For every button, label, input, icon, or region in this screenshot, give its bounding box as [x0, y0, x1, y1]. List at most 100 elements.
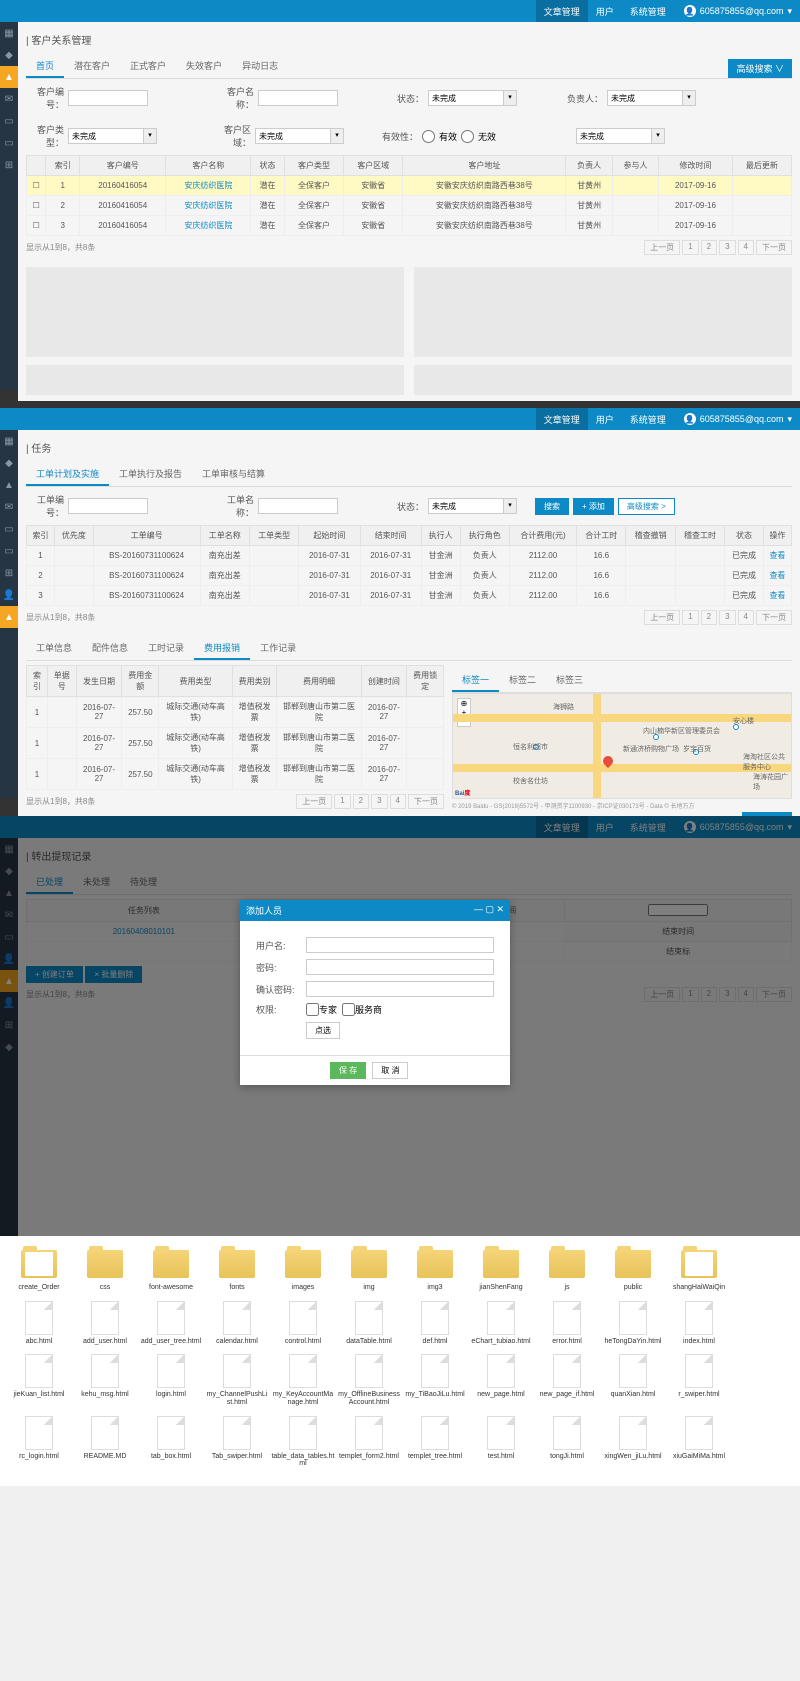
dropdown-icon[interactable]: ▾ [143, 128, 157, 144]
sidebar-item[interactable]: ▦ [0, 22, 18, 44]
file[interactable]: control.html [270, 1300, 336, 1346]
sidebar-item[interactable]: ⊞ [0, 562, 18, 584]
file[interactable]: rc_login.html [6, 1415, 72, 1468]
file[interactable]: abc.html [6, 1300, 72, 1346]
table-row[interactable]: ☐120160416054安庆纺织医院潜在全保客户安徽省安徽安庆纺织南路西巷38… [27, 176, 792, 196]
file[interactable]: dataTable.html [336, 1300, 402, 1346]
maptab-1[interactable]: 标签一 [452, 669, 499, 692]
sidebar-item[interactable]: ⊞ [0, 154, 18, 176]
input-password[interactable] [306, 959, 494, 975]
file[interactable]: templet_form2.html [336, 1415, 402, 1468]
checkbox-expert[interactable] [306, 1003, 319, 1016]
sidebar-item[interactable]: ▦ [0, 430, 18, 452]
sidebar-item-active[interactable]: ▲ [0, 606, 18, 628]
pager-link[interactable]: 上一页 [644, 610, 680, 625]
tab-plan[interactable]: 工单计划及实施 [26, 463, 109, 486]
pager-link[interactable]: 2 [701, 240, 717, 255]
save-button[interactable]: 保 存 [330, 1062, 366, 1079]
file[interactable]: heTongDaYin.html [600, 1300, 666, 1346]
file[interactable]: my_ChannelPushList.html [204, 1353, 270, 1406]
pager-link[interactable]: 下一页 [756, 610, 792, 625]
folder[interactable]: img [336, 1246, 402, 1292]
select-type[interactable] [68, 128, 144, 144]
subtab-info[interactable]: 工单信息 [26, 637, 82, 660]
pager-link[interactable]: 上一页 [644, 240, 680, 255]
input-username[interactable] [306, 937, 494, 953]
table-row[interactable]: ☐220160416054安庆纺织医院潜在全保客户安徽省安徽安庆纺织南路西巷38… [27, 196, 792, 216]
file[interactable]: login.html [138, 1353, 204, 1406]
dropdown-icon[interactable]: ▾ [503, 90, 517, 106]
file[interactable]: table_data_tables.html [270, 1415, 336, 1468]
file[interactable]: README.MD [72, 1415, 138, 1468]
tab-potential[interactable]: 潜在客户 [64, 55, 120, 78]
file[interactable]: my_TiBaoJiLu.html [402, 1353, 468, 1406]
pager-link[interactable]: 4 [738, 240, 754, 255]
input-order-code[interactable] [68, 498, 148, 514]
sidebar-item[interactable]: ▲ [0, 474, 18, 496]
file[interactable]: templet_tree.html [402, 1415, 468, 1468]
tab-formal[interactable]: 正式客户 [120, 55, 176, 78]
nav-articles[interactable]: 文章管理 [536, 0, 588, 22]
file[interactable]: r_swiper.html [666, 1353, 732, 1406]
user-menu[interactable]: 👤605875855@qq.com ▾ [684, 413, 792, 425]
dropdown-icon[interactable]: ▾ [330, 128, 344, 144]
zoom-controls[interactable]: ⊕+− [457, 698, 471, 727]
tab-audit[interactable]: 工单审核与结算 [192, 463, 275, 486]
sidebar-item[interactable]: 👤 [0, 584, 18, 606]
file[interactable]: new_page.html [468, 1353, 534, 1406]
folder[interactable]: images [270, 1246, 336, 1292]
file[interactable]: Tab_swiper.html [204, 1415, 270, 1468]
sidebar-item-active[interactable]: ▲ [0, 66, 18, 88]
file[interactable]: xiuGaiMiMa.html [666, 1415, 732, 1468]
pager-link[interactable]: 上一页 [296, 794, 332, 809]
file[interactable]: eChart_tubiao.html [468, 1300, 534, 1346]
input-code[interactable] [68, 90, 148, 106]
pager-link[interactable]: 下一页 [408, 794, 444, 809]
folder[interactable]: js [534, 1246, 600, 1292]
radio-invalid[interactable] [461, 130, 474, 143]
nav-articles[interactable]: 文章管理 [536, 408, 588, 430]
input-order-name[interactable] [258, 498, 338, 514]
file[interactable]: add_user_tree.html [138, 1300, 204, 1346]
folder[interactable]: shangHaiWaiQin [666, 1246, 732, 1292]
modal-controls[interactable]: — ▢ ✕ [474, 904, 504, 917]
folder[interactable]: create_Order [6, 1246, 72, 1292]
sidebar-item[interactable]: ✉ [0, 88, 18, 110]
map[interactable]: ⊕+− 海狮路 内山楠华新区管理委员会 安心楼 新通济桥购物广场 岁宝百货 海淘… [452, 693, 792, 799]
maptab-3[interactable]: 标签三 [546, 669, 593, 692]
add-button[interactable]: + 添加 [573, 498, 614, 515]
file[interactable]: my_OfflineBusinessAccount.html [336, 1353, 402, 1406]
adv-search-button[interactable]: 高级搜索 ∨ [728, 59, 792, 78]
dropdown-icon[interactable]: ▾ [651, 128, 665, 144]
table-row[interactable]: 1BS-20160731100624南充出差2016-07-312016-07-… [27, 546, 792, 566]
table-row[interactable]: 2BS-20160731100624南充出差2016-07-312016-07-… [27, 566, 792, 586]
pager-link[interactable]: 3 [371, 794, 387, 809]
subtab-hours[interactable]: 工时记录 [138, 637, 194, 660]
folder[interactable]: public [600, 1246, 666, 1292]
user-menu[interactable]: 👤605875855@qq.com ▾ [684, 5, 792, 17]
file[interactable]: add_user.html [72, 1300, 138, 1346]
nav-system[interactable]: 系统管理 [622, 408, 674, 430]
select-button[interactable]: 点选 [306, 1022, 340, 1039]
pager-link[interactable]: 4 [738, 610, 754, 625]
file[interactable]: tab_box.html [138, 1415, 204, 1468]
tab-exec[interactable]: 工单执行及报告 [109, 463, 192, 486]
select-extra[interactable] [576, 128, 652, 144]
select-status[interactable] [428, 498, 504, 514]
pager-link[interactable]: 3 [719, 610, 735, 625]
pager-link[interactable]: 下一页 [756, 240, 792, 255]
sidebar-item[interactable]: ✉ [0, 496, 18, 518]
subtab-worklog[interactable]: 工作记录 [250, 637, 306, 660]
sidebar-item[interactable]: ◆ [0, 452, 18, 474]
folder[interactable]: img3 [402, 1246, 468, 1292]
dropdown-icon[interactable]: ▾ [503, 498, 517, 514]
nav-system[interactable]: 系统管理 [622, 0, 674, 22]
tab-log[interactable]: 异动日志 [232, 55, 288, 78]
pager-link[interactable]: 1 [682, 610, 698, 625]
file[interactable]: quanXian.html [600, 1353, 666, 1406]
dropdown-icon[interactable]: ▾ [682, 90, 696, 106]
file[interactable]: def.html [402, 1300, 468, 1346]
select-status[interactable] [428, 90, 504, 106]
pager-link[interactable]: 2 [701, 610, 717, 625]
file[interactable]: xingWen_jiLu.html [600, 1415, 666, 1468]
